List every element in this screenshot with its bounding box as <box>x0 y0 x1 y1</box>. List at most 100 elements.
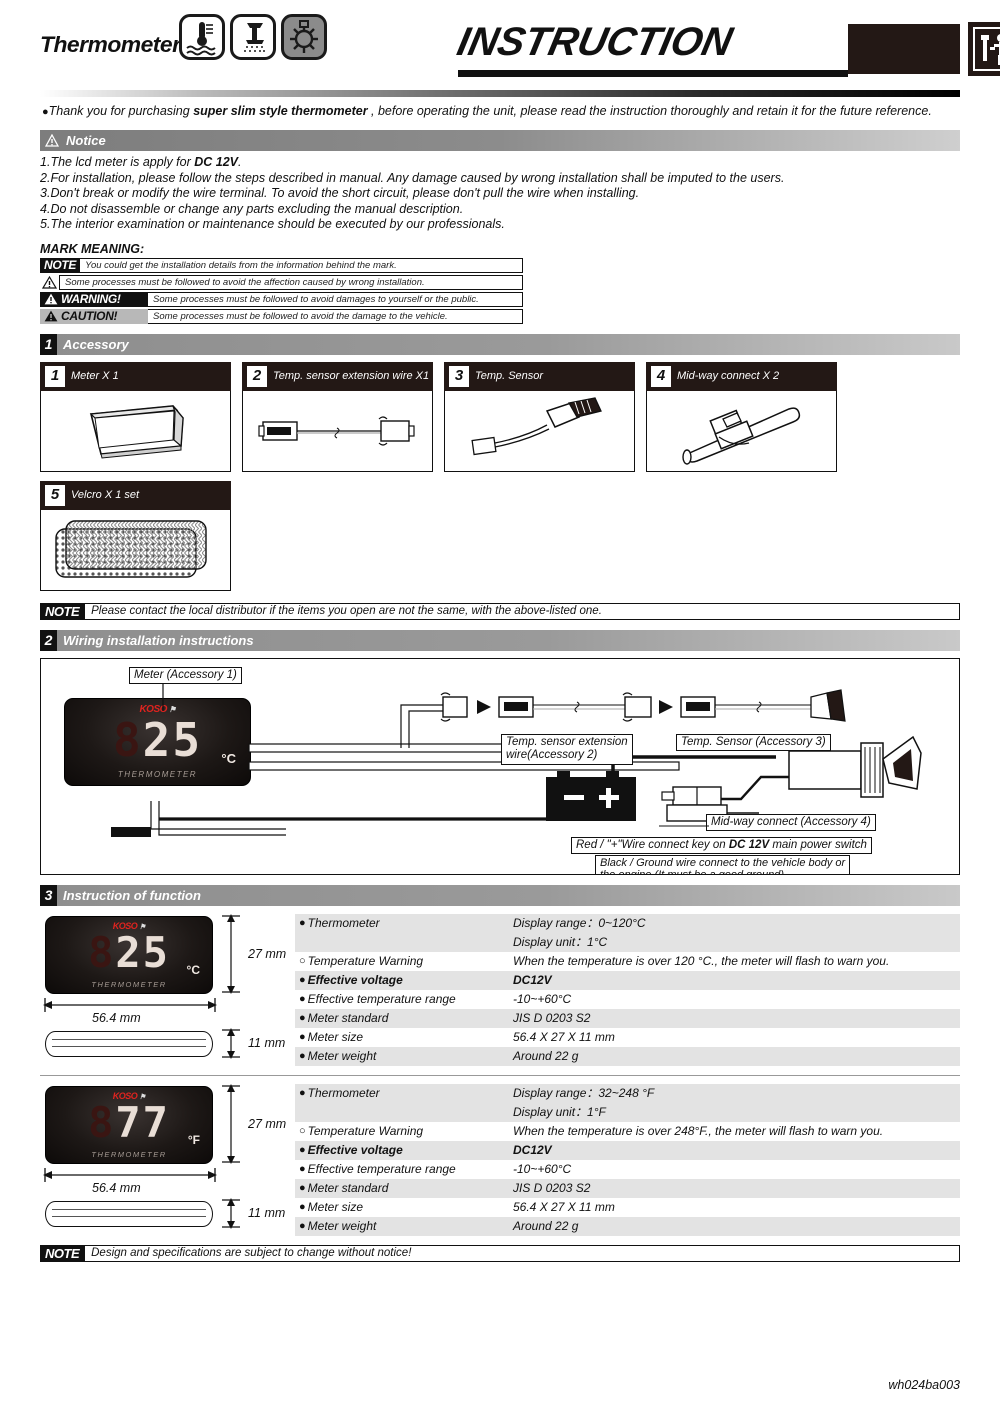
spec-row: ● Effective voltage DC12V <box>295 970 960 990</box>
notice-item-4: 4.Do not disassemble or change any parts… <box>40 202 960 218</box>
spec-row-label: ● Effective temperature range <box>295 1160 513 1179</box>
spec-label-text: Meter size <box>307 1029 364 1044</box>
notice-item-3-text: Don't break or modify the wire terminal.… <box>50 186 640 200</box>
callout-temp-sensor: Temp. Sensor (Accessory 3) <box>676 733 831 751</box>
note-badge: NOTE <box>40 602 85 620</box>
spec-row-label: ● Effective temperature range <box>295 990 513 1009</box>
notice-item-2-text: For installation, please follow the step… <box>50 170 785 185</box>
notice-item-1-bold: DC 12V <box>194 155 239 169</box>
spec-row-value: 56.4 X 27 X 11 mm <box>513 1029 615 1044</box>
accessory-item-1-head: 1 Meter X 1 <box>40 361 231 391</box>
notice-item-1-tail: . <box>238 155 242 169</box>
function-block-fahrenheit-visual: KOSO ⚑ 8 77 °F THERMOMETER 27 mm 56.4 mm… <box>40 1083 295 1236</box>
midway-connector-icon <box>681 406 800 465</box>
spec-row: ● Effective temperature range -10~+60°C <box>295 990 960 1009</box>
spec-row-label: ● Meter weight <box>295 1047 513 1066</box>
caution-badge-label: CAUTION! <box>61 309 118 323</box>
filled-bullet-icon: ● <box>299 916 306 929</box>
mark-row-caution: CAUTION! Some processes must be followed… <box>40 308 523 324</box>
callout-red-wire-bold: DC 12V <box>728 838 770 851</box>
hollow-bullet-icon: ○ <box>299 954 306 967</box>
meter-ghost-digit: 8 <box>88 927 116 977</box>
spec-label-text: Temperature Warning <box>307 1123 424 1138</box>
intro-text-c: , before operating the unit, please read… <box>367 104 932 118</box>
mark-meaning-rows: NOTE You could get the installation deta… <box>40 257 523 324</box>
sun-icon <box>281 14 328 60</box>
intro-bullet: ● <box>42 106 49 118</box>
spec-label-text: Temperature Warning <box>307 953 424 968</box>
accessory-item-2: 2 Temp. sensor extension wire X1 <box>242 361 433 472</box>
fahrenheit-width-label: 56.4 mm <box>92 1180 141 1195</box>
filled-bullet-icon: ● <box>299 1162 306 1175</box>
notice-item-1: 1.The lcd meter is apply for DC 12V. <box>40 155 960 171</box>
filled-bullet-icon: ● <box>299 1143 306 1156</box>
spec-row-value: When the temperature is over 120 °C., th… <box>513 953 890 968</box>
filled-bullet-icon: ● <box>299 1200 306 1213</box>
accessory-section-label: Accessory <box>63 336 129 352</box>
water-thermometer-icon <box>179 14 226 60</box>
intro-text-a: Thank you for purchasing <box>48 104 194 118</box>
spec-label-text: Meter standard <box>307 1180 389 1195</box>
temp-sensor-icon <box>470 396 602 455</box>
celsius-spec-table: ● Thermometer Display range：0~120°C Displ… <box>295 913 960 1066</box>
accessory-item-1-number: 1 <box>45 365 65 387</box>
accessory-item-4-body <box>646 390 837 472</box>
spec-label-text: Effective voltage <box>307 972 403 987</box>
accessory-item-4-label: Mid-way connect X 2 <box>677 370 780 382</box>
notice-item-5-num: 5. <box>40 217 51 231</box>
celsius-height-label: 27 mm <box>248 946 287 961</box>
spec-row-label: ● Meter standard <box>295 1179 513 1198</box>
accessory-item-2-body <box>242 390 433 472</box>
callout-meter: Meter (Accessory 1) <box>129 666 242 684</box>
spec-row-label: ● Meter size <box>295 1028 513 1047</box>
accessory-section-bar: 1 Accessory <box>40 333 960 355</box>
meter-label: THERMOMETER <box>91 1149 167 1159</box>
spec-row-value: -10~+60°C <box>513 1161 572 1176</box>
filled-bullet-icon: ● <box>299 1030 306 1043</box>
spec-row: ● Meter size 56.4 X 27 X 11 mm <box>295 1028 960 1047</box>
accessory-note-line: NOTE Please contact the local distributo… <box>40 602 960 620</box>
spec-row: ● Meter weight Around 22 g <box>295 1046 960 1066</box>
wiring-section-number: 2 <box>40 629 57 651</box>
callout-black-ground-wire: Black / Ground wire connect to the vehic… <box>595 854 851 874</box>
title-underbar <box>458 70 848 77</box>
callout-extension-wire: Temp. sensor extension wire(Accessory 2) <box>501 733 633 765</box>
celsius-meter-graphic: KOSO ⚑ 8 25 °C THERMOMETER <box>45 915 213 994</box>
depth-dimension-arrow <box>222 1197 240 1229</box>
extension-wire-icon <box>257 415 415 446</box>
notice-item-5: 5.The interior examination or maintenanc… <box>40 217 960 233</box>
callout-midway-leader <box>659 824 709 827</box>
notice-item-4-text: Do not disassemble or change any parts e… <box>50 201 464 216</box>
accessory-item-4-head: 4 Mid-way connect X 2 <box>646 361 837 391</box>
spec-label-text: Effective voltage <box>307 1142 403 1157</box>
accessory-item-3-number: 3 <box>449 365 469 387</box>
spec-row: ○ Temperature Warning When the temperatur… <box>295 952 960 971</box>
spec-row: ● Effective temperature range -10~+60°C <box>295 1160 960 1179</box>
accessory-item-1: 1 Meter X 1 <box>40 361 231 472</box>
document-code: wh024ba003 <box>888 1378 960 1392</box>
spec-row-label: ● Meter size <box>295 1198 513 1217</box>
mark-row-warning: WARNING! Some processes must be followed… <box>40 291 523 307</box>
note-badge: NOTE <box>40 257 81 273</box>
celsius-depth-label: 11 mm <box>248 1035 286 1050</box>
hollow-bullet-icon: ○ <box>299 1124 306 1137</box>
accessory-section-number: 1 <box>40 333 57 355</box>
spec-label-text: Effective temperature range <box>307 1161 456 1176</box>
accessory-item-2-head: 2 Temp. sensor extension wire X1 <box>242 361 433 391</box>
accessory-item-4: 4 Mid-way connect X 2 <box>646 361 837 472</box>
notice-item-2: 2.For installation, please follow the st… <box>40 171 960 187</box>
spec-row-value: 56.4 X 27 X 11 mm <box>513 1199 615 1214</box>
spec-row-label: ● Meter weight <box>295 1217 513 1236</box>
spec-row-label: ○ Temperature Warning <box>295 952 513 971</box>
accessory-item-5-head: 5 Velcro X 1 set <box>40 480 231 510</box>
notice-item-3-num: 3. <box>40 186 51 200</box>
fahrenheit-depth-label: 11 mm <box>248 1205 286 1220</box>
spec-value-line2: Display unit：1°C <box>513 934 608 949</box>
spec-value-line1: Display range：0~120°C <box>513 915 646 930</box>
notice-section-bar: Notice <box>40 130 960 151</box>
meter-label: THERMOMETER <box>91 979 167 989</box>
spec-row-label: ● Effective voltage <box>295 1141 513 1160</box>
fahrenheit-side-view <box>45 1200 213 1227</box>
spec-row-value: Display range：32~248 °F Display unit：1°F <box>513 1084 960 1122</box>
filled-bullet-icon: ● <box>299 1049 306 1062</box>
